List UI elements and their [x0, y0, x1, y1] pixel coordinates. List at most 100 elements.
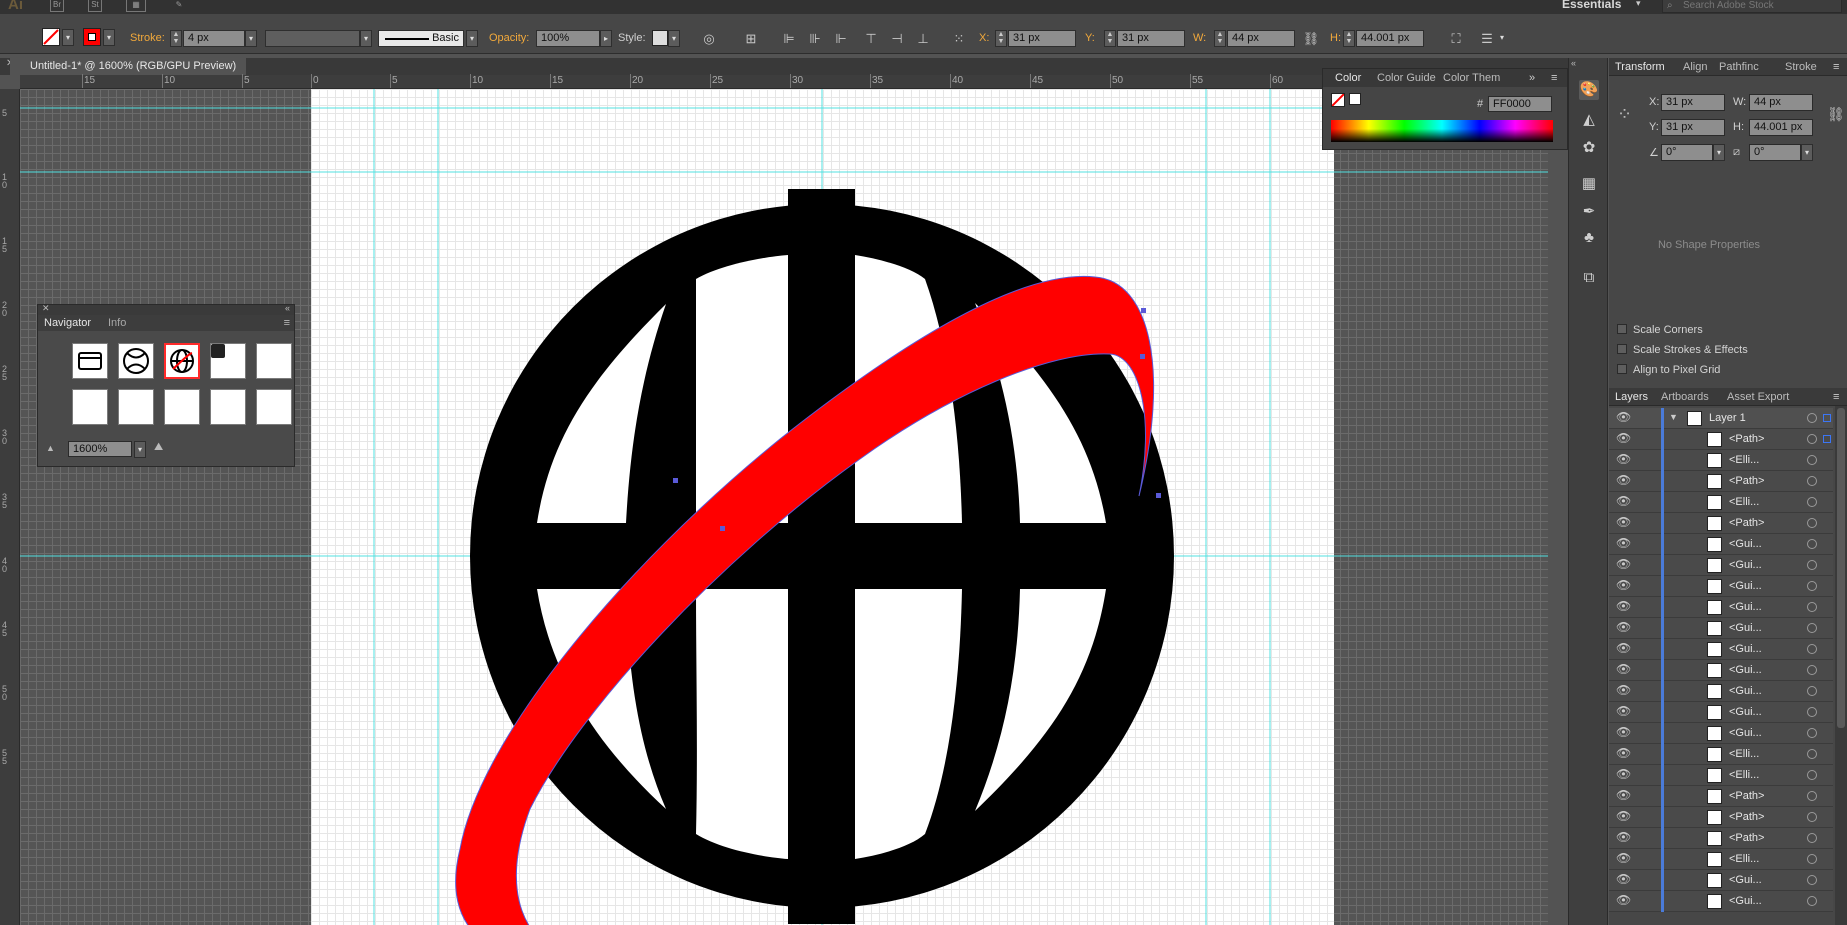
brush-definition[interactable]: Basic: [378, 30, 464, 47]
item-name[interactable]: <Gui...: [1729, 580, 1762, 592]
layer-item-row[interactable]: 👁 <Gui...: [1609, 639, 1833, 660]
target-icon[interactable]: [1807, 812, 1817, 822]
item-name[interactable]: <Path>: [1729, 433, 1764, 445]
tab-layers[interactable]: Layers: [1615, 391, 1648, 403]
visibility-eye-icon[interactable]: 👁: [1616, 578, 1631, 592]
target-icon[interactable]: [1807, 728, 1817, 738]
fill-dropdown[interactable]: ▾: [62, 29, 74, 46]
stroke-dropdown[interactable]: ▾: [103, 29, 115, 46]
visibility-eye-icon[interactable]: 👁: [1616, 725, 1631, 739]
tab-artboards[interactable]: Artboards: [1661, 391, 1709, 403]
item-name[interactable]: <Gui...: [1729, 622, 1762, 634]
recolor-icon[interactable]: ◎: [700, 30, 718, 47]
style-dropdown[interactable]: ▾: [668, 30, 680, 47]
layer-item-row[interactable]: 👁 <Gui...: [1609, 555, 1833, 576]
item-name[interactable]: <Gui...: [1729, 643, 1762, 655]
canvas[interactable]: [20, 89, 1548, 925]
zoom-in-icon[interactable]: ⛰: [154, 441, 163, 454]
shear-field[interactable]: 0°: [1749, 144, 1801, 161]
rotate-field[interactable]: 0°: [1661, 144, 1713, 161]
artboard-thumbnail[interactable]: [118, 343, 154, 379]
isolate-icon[interactable]: ⛶: [1447, 30, 1465, 47]
transform-grid-icon[interactable]: ⊞: [742, 30, 760, 47]
visibility-eye-icon[interactable]: 👁: [1616, 557, 1631, 571]
target-icon[interactable]: [1807, 497, 1817, 507]
target-icon[interactable]: [1807, 707, 1817, 717]
tab-color-themes[interactable]: Color Them: [1443, 72, 1500, 84]
visibility-eye-icon[interactable]: 👁: [1616, 473, 1631, 487]
target-icon[interactable]: [1807, 791, 1817, 801]
item-name[interactable]: <Path>: [1729, 475, 1764, 487]
stock-search-input[interactable]: ⌕ Search Adobe Stock: [1662, 0, 1842, 13]
align-center-icon[interactable]: ⊪: [806, 30, 824, 47]
align-bottom-icon[interactable]: ⊥: [914, 30, 932, 47]
artboard-thumbnail[interactable]: [256, 343, 292, 379]
color-guide-icon[interactable]: ◭: [1579, 110, 1599, 130]
visibility-eye-icon[interactable]: 👁: [1616, 872, 1631, 886]
layer-item-row[interactable]: 👁 <Gui...: [1609, 534, 1833, 555]
document-tab[interactable]: Untitled-1* @ 1600% (RGB/GPU Preview): [10, 58, 247, 75]
opacity-dropdown[interactable]: ▸: [600, 30, 612, 47]
item-name[interactable]: <Path>: [1729, 790, 1764, 802]
selection-indicator[interactable]: [1823, 414, 1831, 422]
workspace-switcher[interactable]: Essentials: [1562, 0, 1621, 11]
visibility-eye-icon[interactable]: 👁: [1616, 809, 1631, 823]
constrain-link-icon[interactable]: ⛓: [1827, 106, 1845, 123]
stroke-spinner[interactable]: ▲ ▼: [170, 30, 182, 47]
visibility-eye-icon[interactable]: 👁: [1616, 494, 1631, 508]
artboard-thumbnail[interactable]: [164, 389, 200, 425]
visibility-eye-icon[interactable]: 👁: [1616, 683, 1631, 697]
item-name[interactable]: <Elli...: [1729, 769, 1759, 781]
item-name[interactable]: <Path>: [1729, 517, 1764, 529]
scale-corners-checkbox[interactable]: Scale Corners: [1617, 324, 1703, 336]
anchor-point[interactable]: [1140, 354, 1145, 359]
h-field[interactable]: 44.001 px: [1749, 119, 1813, 136]
item-name[interactable]: <Elli...: [1729, 748, 1759, 760]
layer-item-row[interactable]: 👁 <Gui...: [1609, 618, 1833, 639]
item-name[interactable]: <Gui...: [1729, 685, 1762, 697]
brush-dropdown[interactable]: ▾: [466, 30, 478, 47]
target-icon[interactable]: [1807, 602, 1817, 612]
artboard-thumbnail[interactable]: [256, 389, 292, 425]
layers-scrollbar[interactable]: [1835, 406, 1847, 925]
anchor-point[interactable]: [1156, 493, 1161, 498]
item-name[interactable]: <Elli...: [1729, 454, 1759, 466]
visibility-eye-icon[interactable]: 👁: [1616, 452, 1631, 466]
y-spinner[interactable]: ▲ ▼: [1104, 30, 1116, 47]
layer-item-row[interactable]: 👁 <Path>: [1609, 429, 1833, 450]
target-icon[interactable]: [1807, 413, 1817, 423]
stroke-proxy-swatch[interactable]: [1349, 93, 1361, 105]
w-label[interactable]: W:: [1193, 32, 1206, 44]
target-icon[interactable]: [1807, 455, 1817, 465]
x-spinner[interactable]: ▲ ▼: [995, 30, 1007, 47]
symbols-icon[interactable]: ♣: [1579, 228, 1599, 248]
target-icon[interactable]: [1807, 854, 1817, 864]
zoom-out-icon[interactable]: ▲: [46, 443, 55, 453]
item-name[interactable]: <Elli...: [1729, 853, 1759, 865]
collapse-panel-icon[interactable]: «: [285, 303, 290, 313]
h-label[interactable]: H:: [1330, 32, 1341, 44]
artboard-thumbnail-selected[interactable]: [164, 343, 200, 379]
align-right-icon[interactable]: ⊩: [832, 30, 850, 47]
artboard-thumbnail[interactable]: [210, 343, 246, 379]
tab-stroke[interactable]: Stroke: [1785, 61, 1817, 73]
artboard-thumbnail[interactable]: [210, 389, 246, 425]
layer-item-row[interactable]: 👁 <Elli...: [1609, 849, 1833, 870]
expand-icon[interactable]: «: [1571, 58, 1576, 68]
layer-item-row[interactable]: 👁 <Elli...: [1609, 492, 1833, 513]
item-name[interactable]: <Gui...: [1729, 727, 1762, 739]
visibility-eye-icon[interactable]: 👁: [1616, 536, 1631, 550]
target-icon[interactable]: [1807, 518, 1817, 528]
x-label[interactable]: X:: [979, 32, 989, 44]
align-middle-icon[interactable]: ⊣: [888, 30, 906, 47]
graphic-style-swatch[interactable]: [652, 30, 668, 46]
layer-item-row[interactable]: 👁 <Path>: [1609, 513, 1833, 534]
panel-menu-icon[interactable]: ☰: [1478, 30, 1496, 47]
target-icon[interactable]: [1807, 875, 1817, 885]
stroke-weight-field[interactable]: 4 px: [183, 30, 245, 47]
color-themes-icon[interactable]: ✿: [1579, 138, 1599, 158]
item-name[interactable]: <Gui...: [1729, 538, 1762, 550]
brushes-icon[interactable]: ✒: [1579, 202, 1599, 222]
globe-icon[interactable]: [470, 134, 1174, 924]
artboard-thumbnail[interactable]: [72, 343, 108, 379]
